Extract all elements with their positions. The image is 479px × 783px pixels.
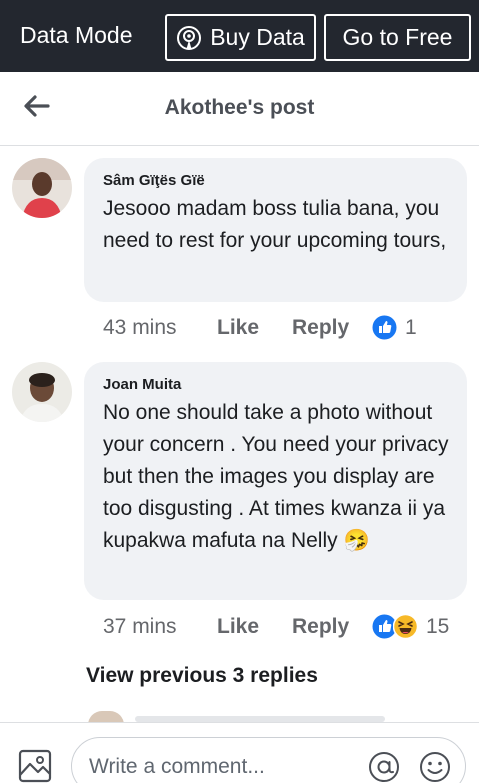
comment-time: 43 mins [103, 315, 177, 339]
photo-icon [18, 749, 52, 783]
broadcast-icon [177, 25, 202, 50]
buy-data-label: Buy Data [210, 24, 305, 50]
comment-time: 37 mins [103, 614, 177, 638]
view-previous-replies-link[interactable]: View previous 3 replies [86, 664, 318, 688]
comment-author[interactable]: Sâm Gïţës Gïë [103, 172, 449, 189]
reaction-count: 1 [405, 315, 417, 339]
mention-icon[interactable] [367, 750, 401, 783]
like-button[interactable]: Like [217, 316, 292, 340]
data-mode-label: Data Mode [20, 22, 133, 48]
comment-text: Jesooo madam boss tulia bana, you need t… [103, 197, 447, 252]
comment-bubble[interactable]: Joan Muita No one should take a photo wi… [84, 362, 467, 600]
like-button[interactable]: Like [217, 615, 292, 639]
post-header: Akothee's post [0, 72, 479, 146]
avatar[interactable] [12, 362, 72, 422]
haha-reaction-icon [393, 614, 418, 639]
data-mode-bar: Data Mode Buy Data Go to Free [0, 0, 479, 72]
comment-text: No one should take a photo without your … [103, 401, 449, 552]
emoji-icon[interactable] [418, 750, 452, 783]
reply-button[interactable]: Reply [292, 615, 372, 639]
go-to-free-button[interactable]: Go to Free [324, 14, 471, 61]
comment-actions: 43 mins Like Reply 1 [103, 315, 417, 340]
comment-placeholder: Write a comment... [89, 755, 265, 778]
avatar-photo [12, 158, 72, 218]
photo-button[interactable] [18, 749, 52, 783]
buy-data-button[interactable]: Buy Data [165, 14, 316, 61]
like-reaction-icon [372, 315, 397, 340]
reactions[interactable]: 15 [372, 614, 449, 639]
comment-bubble[interactable]: Sâm Gïţës Gïë Jesooo madam boss tulia ba… [84, 158, 467, 302]
avatar-photo [12, 362, 72, 422]
reply-button[interactable]: Reply [292, 316, 372, 340]
comment-input[interactable]: Write a comment... [71, 737, 466, 783]
reaction-count: 15 [426, 614, 450, 638]
comment-composer: Write a comment... [0, 722, 479, 783]
go-to-free-label: Go to Free [342, 24, 453, 50]
comment-actions: 37 mins Like Reply 15 [103, 614, 449, 639]
avatar[interactable] [12, 158, 72, 218]
page-title: Akothee's post [164, 96, 315, 119]
reactions[interactable]: 1 [372, 315, 417, 340]
comment-author[interactable]: Joan Muita [103, 376, 449, 393]
